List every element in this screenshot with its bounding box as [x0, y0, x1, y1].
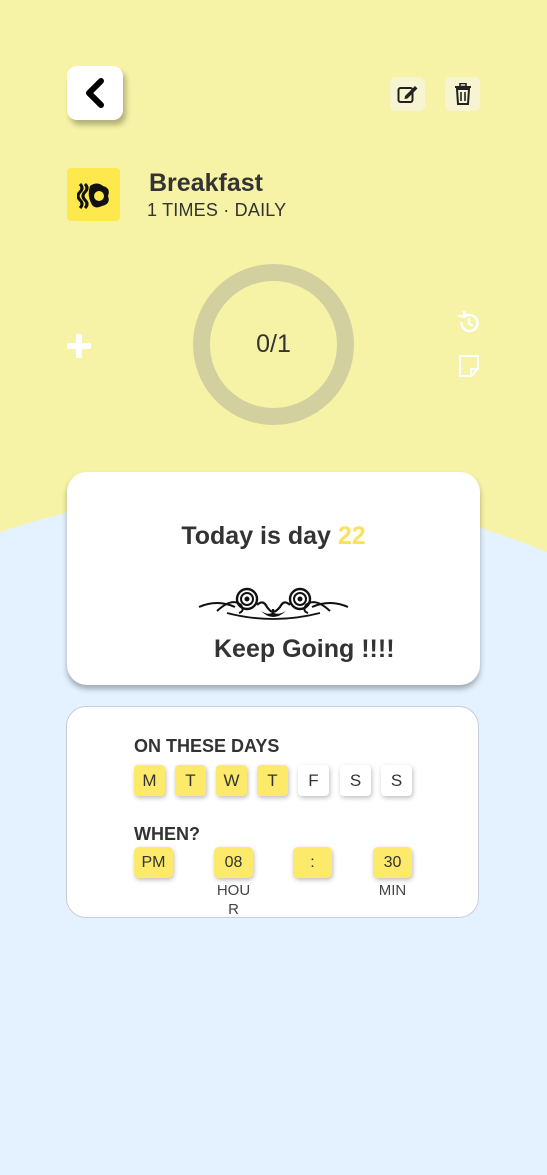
habit-icon-tile: [67, 168, 120, 221]
note-icon: [459, 355, 479, 377]
day-chip-thursday[interactable]: T: [257, 765, 288, 796]
habit-title: Breakfast: [149, 169, 263, 197]
day-chip-sunday[interactable]: S: [381, 765, 412, 796]
streak-day-text: Today is day 22: [67, 522, 480, 551]
minute-selector[interactable]: 30: [373, 847, 412, 878]
edit-button[interactable]: [390, 77, 425, 111]
trash-icon: [454, 83, 471, 105]
increment-button[interactable]: [64, 331, 94, 361]
days-label: ON THESE DAYS: [134, 736, 280, 756]
when-label: WHEN?: [134, 824, 200, 844]
day-chip-monday[interactable]: M: [134, 765, 165, 796]
hour-selector[interactable]: 08: [214, 847, 253, 878]
edit-icon: [397, 86, 417, 103]
back-button[interactable]: [67, 66, 123, 120]
chevron-left-icon: [86, 78, 104, 108]
habit-frequency: 1 TIMES · DAILY: [147, 200, 287, 220]
streak-card: Today is day 22 Keep Going !!!!: [67, 472, 480, 685]
delete-button[interactable]: [445, 77, 480, 111]
minute-caption: MIN: [378, 882, 407, 899]
motivation-text: Keep Going !!!!: [214, 635, 395, 663]
history-icon: [457, 310, 479, 333]
flourish-ornament-icon: [198, 587, 349, 620]
schedule-card: ON THESE DAYS M T W T F S S WHEN? PM 08 …: [66, 706, 479, 918]
day-chip-wednesday[interactable]: W: [216, 765, 247, 796]
day-chip-friday[interactable]: F: [298, 765, 329, 796]
streak-prefix: Today is day: [181, 522, 338, 550]
progress-count: 0/1: [256, 330, 291, 358]
day-chip-tuesday[interactable]: T: [175, 765, 206, 796]
reset-button[interactable]: [457, 310, 481, 335]
note-button[interactable]: [457, 354, 481, 378]
day-chip-saturday[interactable]: S: [340, 765, 371, 796]
period-selector[interactable]: PM: [134, 847, 173, 878]
bacon-egg-icon: [76, 182, 109, 209]
streak-day-number: 22: [337, 522, 366, 550]
plus-icon: [67, 334, 91, 358]
hour-caption: HOU R: [216, 882, 251, 918]
time-separator: :: [293, 847, 332, 878]
